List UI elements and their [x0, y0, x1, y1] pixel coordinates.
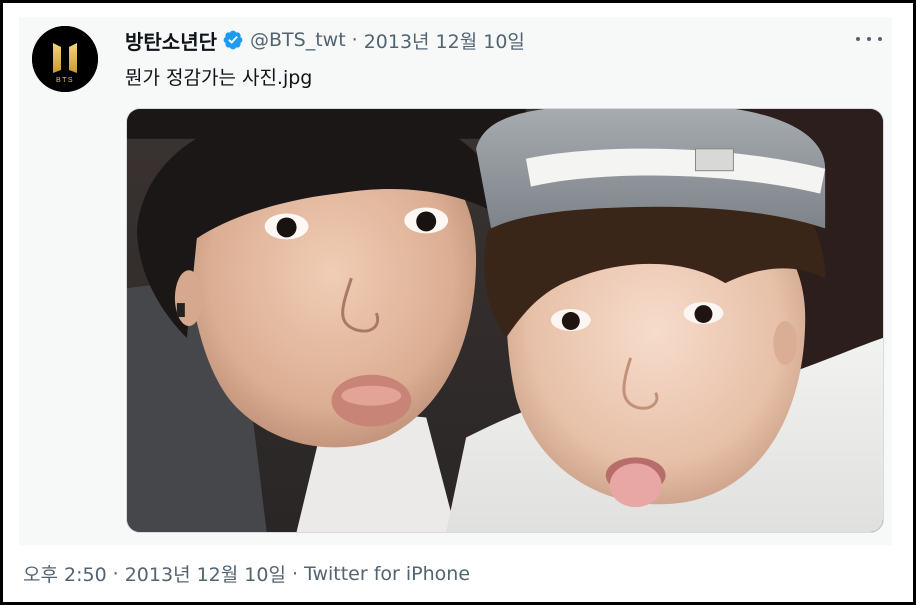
tweet-source[interactable]: Twitter for iPhone [304, 563, 470, 585]
tweet-meta: 오후 2:50 · 2013년 12월 10일 · Twitter for iP… [23, 560, 470, 587]
tweet-header: 방탄소년단 @BTS_twt · 2013년 12월 10일 [125, 25, 525, 55]
display-name[interactable]: 방탄소년단 [125, 26, 217, 55]
separator-dot: · [351, 29, 358, 51]
user-handle[interactable]: @BTS_twt [250, 29, 346, 51]
tweet-date[interactable]: 2013년 12월 10일 [364, 27, 525, 54]
verified-badge-icon [222, 29, 244, 51]
tweet-text: 뭔가 정감가는 사진.jpg [125, 67, 313, 89]
meta-separator: · [112, 562, 119, 585]
tweet-card[interactable]: BTS 방탄소년단 @BTS_twt · 2013년 12월 10일 뭔가 정감… [19, 17, 892, 545]
photo-image [127, 109, 883, 532]
avatar-logo-text: BTS [56, 77, 74, 84]
meta-separator: · [291, 562, 298, 585]
meta-date[interactable]: 2013년 12월 10일 [125, 560, 286, 587]
avatar[interactable]: BTS [32, 26, 98, 92]
bts-logo-icon: BTS [32, 26, 98, 92]
window-frame: BTS 방탄소년단 @BTS_twt · 2013년 12월 10일 뭔가 정감… [3, 3, 913, 602]
tweet-photo[interactable] [126, 108, 884, 533]
tweet-time[interactable]: 오후 2:50 [23, 560, 107, 587]
more-options-icon[interactable] [856, 31, 882, 47]
